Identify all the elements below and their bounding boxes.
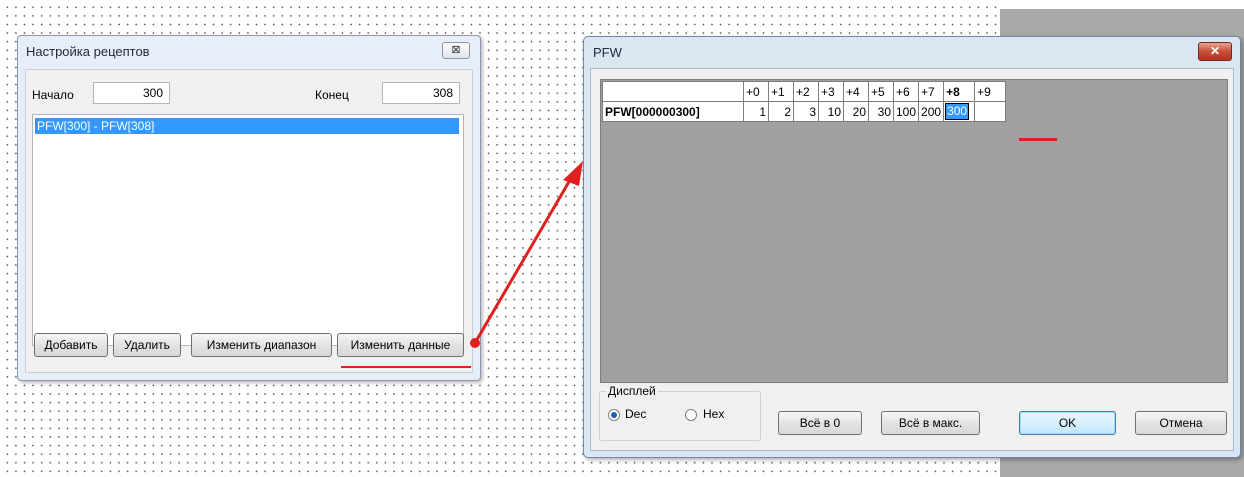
annotation-arrow-icon [470,161,583,348]
